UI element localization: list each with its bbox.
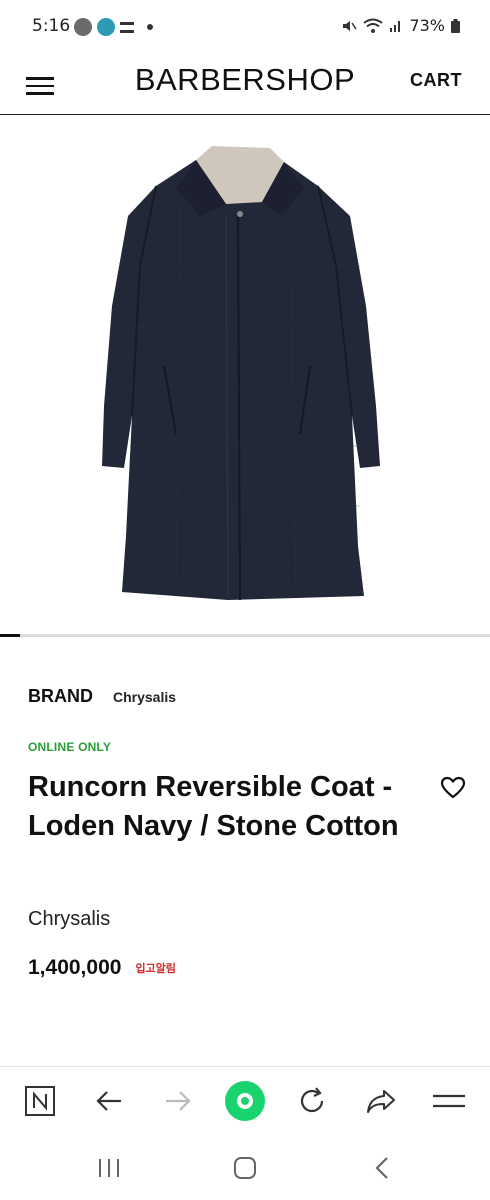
status-bar: 5:16 73% — [0, 0, 490, 56]
product-image[interactable] — [0, 116, 490, 634]
gallery-progress — [0, 634, 490, 637]
online-only-badge: ONLINE ONLY — [28, 740, 112, 754]
brand-value[interactable]: Chrysalis — [113, 689, 176, 705]
avatar-icon — [97, 18, 115, 36]
coat-image — [102, 146, 380, 601]
heart-icon[interactable] — [440, 776, 466, 800]
price-row: 1,400,000 입고알림 — [28, 956, 176, 980]
status-time: 5:16 — [32, 16, 71, 36]
mute-icon — [343, 20, 358, 31]
status-right: 73% — [341, 16, 460, 35]
home-icon[interactable] — [230, 1154, 260, 1182]
home-green-circle-icon[interactable] — [225, 1081, 265, 1121]
battery-icon — [451, 18, 460, 33]
share-icon[interactable] — [361, 1081, 401, 1121]
reload-icon[interactable] — [292, 1081, 332, 1121]
battery-text: 73% — [409, 16, 445, 35]
back-icon[interactable] — [367, 1154, 397, 1182]
gallery-progress-fill — [0, 634, 20, 637]
browser-toolbar — [0, 1066, 490, 1137]
brand-row: BRAND Chrysalis — [28, 686, 176, 707]
notification-icons — [74, 18, 153, 36]
product-maker: Chrysalis — [28, 908, 111, 930]
cart-link[interactable]: CART — [410, 70, 462, 91]
signal-icon — [390, 20, 401, 32]
menu-lines-icon[interactable] — [429, 1081, 469, 1121]
system-nav-bar — [0, 1136, 490, 1200]
restock-alert-link[interactable]: 입고알림 — [135, 960, 175, 976]
forward-arrow-icon — [158, 1081, 198, 1121]
wifi-icon — [363, 18, 384, 33]
naver-n-icon[interactable] — [20, 1081, 60, 1121]
brand-label: BRAND — [28, 686, 93, 706]
product-title: Runcorn Reversible Coat - Loden Navy / S… — [28, 771, 399, 842]
site-header: BARBERSHOP CART — [0, 56, 490, 115]
product-price: 1,400,000 — [28, 956, 122, 979]
recent-apps-icon[interactable] — [94, 1154, 124, 1182]
wallet-icon — [120, 21, 134, 33]
back-arrow-icon[interactable] — [89, 1081, 129, 1121]
dot-icon — [147, 24, 153, 30]
talk-icon — [74, 18, 92, 36]
